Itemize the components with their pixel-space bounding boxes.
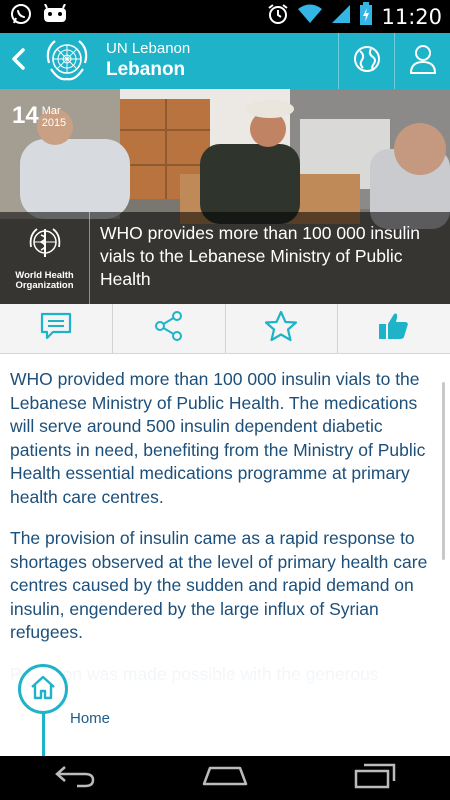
fade-overlay: [0, 636, 450, 756]
nav-back-button[interactable]: [35, 756, 115, 800]
profile-button[interactable]: [394, 33, 450, 89]
action-bar-title: Lebanon: [106, 59, 186, 80]
comment-button[interactable]: [0, 304, 113, 353]
article-paragraph: WHO provided more than 100 000 insulin v…: [10, 369, 426, 507]
scrollbar[interactable]: [442, 382, 445, 560]
who-org-name: World Health Organization: [15, 270, 74, 291]
whatsapp-icon: [10, 3, 32, 30]
article-paragraph: Provision was made possible with the gen…: [10, 663, 379, 684]
share-icon: [153, 310, 185, 347]
who-logo: World Health Organization: [0, 212, 90, 304]
date-badge: 14 Mar 2015: [12, 102, 67, 130]
like-button[interactable]: [338, 304, 450, 353]
article-headline[interactable]: WHO provides more than 100 000 insulin v…: [90, 212, 450, 304]
alarm-icon: [267, 3, 289, 30]
favorite-button[interactable]: [226, 304, 339, 353]
action-bar: UN Lebanon Lebanon: [0, 33, 450, 89]
nav-home-icon: [200, 764, 250, 793]
status-time: 11:20: [381, 4, 442, 29]
star-icon: [264, 310, 298, 347]
article-hero[interactable]: 14 Mar 2015 World Health Organization WH…: [0, 89, 450, 304]
back-icon: [10, 47, 26, 75]
hero-caption: World Health Organization WHO provides m…: [0, 212, 450, 304]
nav-home-button[interactable]: [185, 756, 265, 800]
share-button[interactable]: [113, 304, 226, 353]
article-paragraph: The provision of insulin came as a rapid…: [10, 528, 428, 642]
status-bar: 11:20: [0, 0, 450, 33]
share-bar: [0, 304, 450, 354]
action-bar-titles: UN Lebanon Lebanon: [106, 40, 190, 82]
battery-icon: [359, 2, 373, 31]
back-button[interactable]: [0, 33, 36, 89]
system-nav-bar: [0, 756, 450, 800]
home-icon: [29, 674, 57, 705]
who-emblem-icon: [25, 225, 65, 268]
android-icon: [42, 3, 68, 29]
nav-recents-icon: [352, 762, 398, 795]
thumbs-up-icon: [377, 310, 411, 347]
date-month: Mar: [41, 105, 61, 117]
comment-icon: [39, 311, 73, 346]
article-body: WHO provided more than 100 000 insulin v…: [0, 354, 450, 756]
wifi-icon: [297, 3, 323, 30]
nav-recents-button[interactable]: [335, 756, 415, 800]
action-bar-subtitle: UN Lebanon: [106, 40, 191, 57]
user-icon: [408, 43, 438, 80]
date-day: 14: [12, 102, 39, 129]
home-label[interactable]: Home: [70, 710, 110, 727]
date-year: 2015: [41, 117, 67, 129]
un-logo-icon: [36, 33, 98, 89]
globe-icon: [352, 44, 382, 79]
signal-icon: [331, 3, 351, 30]
home-button[interactable]: [18, 664, 68, 714]
nav-back-icon: [53, 763, 97, 794]
globe-button[interactable]: [338, 33, 394, 89]
